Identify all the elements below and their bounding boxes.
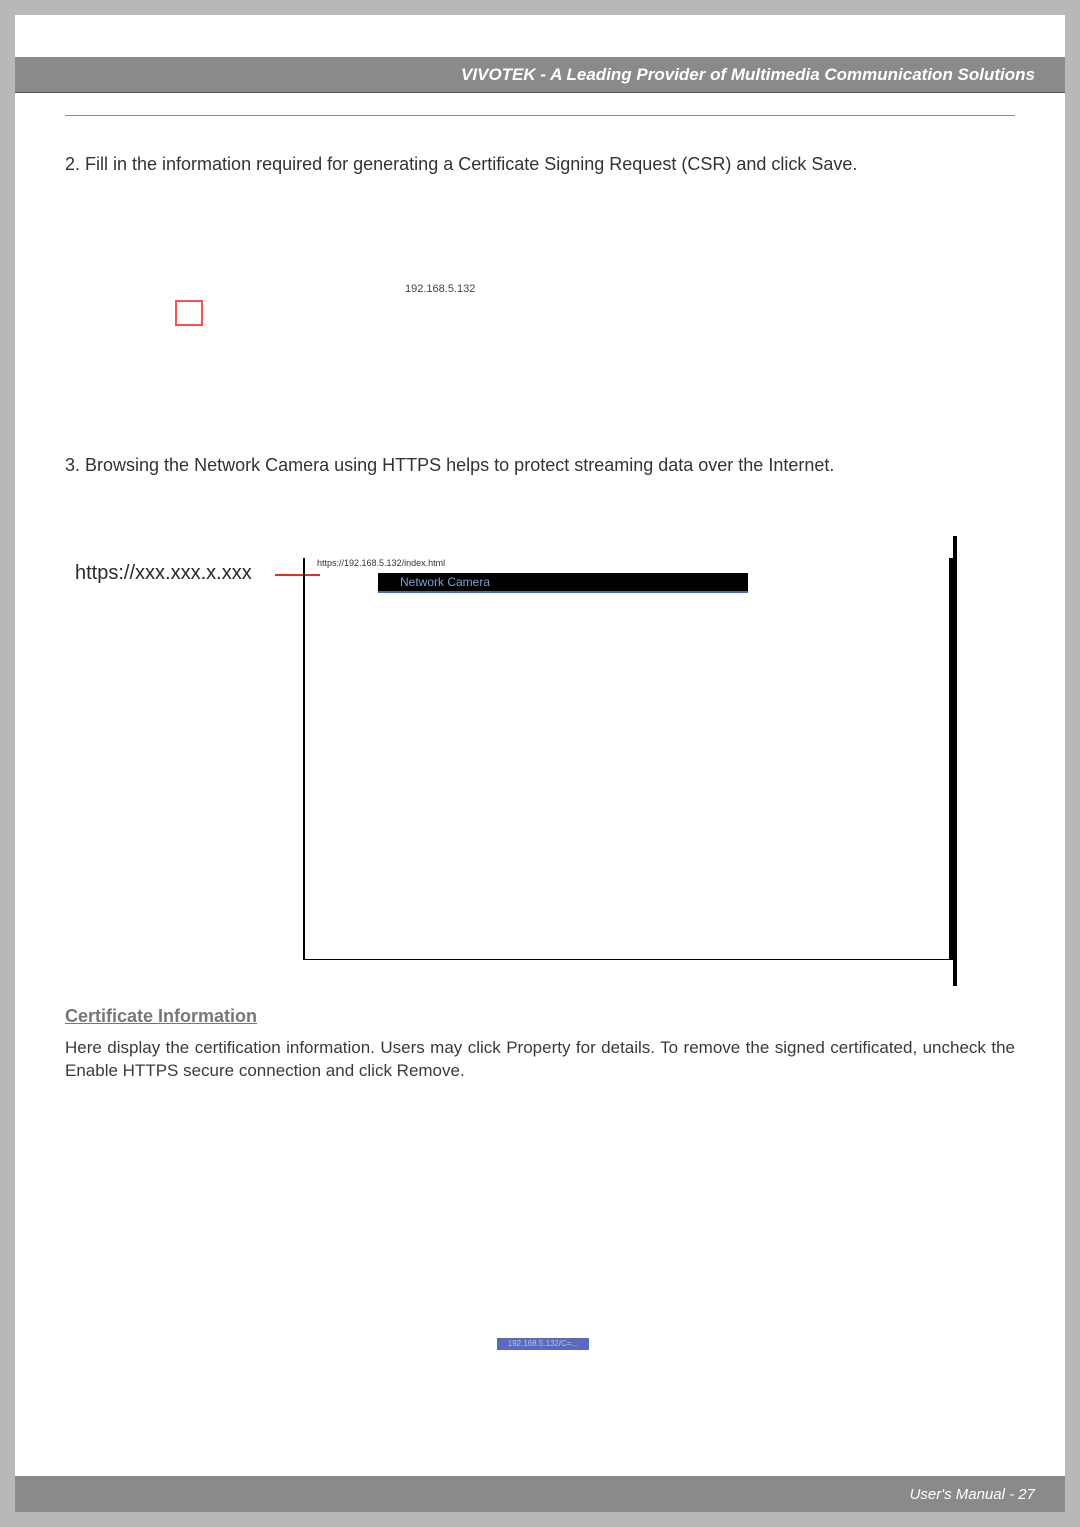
step-3-text: 3. Browsing the Network Camera using HTT…: [65, 455, 1015, 476]
page-header: VIVOTEK - A Leading Provider of Multimed…: [15, 57, 1065, 93]
page: VIVOTEK - A Leading Provider of Multimed…: [15, 15, 1065, 1512]
cert-status-strip: 192.168.5.132/C=...: [497, 1338, 589, 1350]
browser-frame: [303, 558, 953, 960]
ip-address-label: 192.168.5.132: [405, 283, 475, 295]
figure-cert-info: 192.168.5.132/C=...: [65, 1083, 1015, 1383]
page-footer: User's Manual - 27: [15, 1476, 1065, 1512]
section-body-cert-info: Here display the certification informati…: [65, 1037, 1015, 1083]
https-url-callout: https://xxx.xxx.x.xxx: [75, 562, 252, 585]
footer-text: User's Manual - 27: [910, 1486, 1035, 1503]
step-2-text: 2. Fill in the information required for …: [65, 154, 1015, 175]
section-heading-cert-info: Certificate Information: [65, 1006, 1015, 1027]
content-area: 2. Fill in the information required for …: [65, 115, 1015, 1452]
figure-csr-dialog: 192.168.5.132: [65, 215, 1015, 375]
header-title: VIVOTEK - A Leading Provider of Multimed…: [461, 65, 1035, 85]
browser-scrollbar: [953, 536, 957, 986]
divider: [65, 115, 1015, 116]
figure-browser-https: https://xxx.xxx.x.xxx https://192.168.5.…: [65, 506, 1015, 976]
highlight-box: [175, 300, 203, 326]
